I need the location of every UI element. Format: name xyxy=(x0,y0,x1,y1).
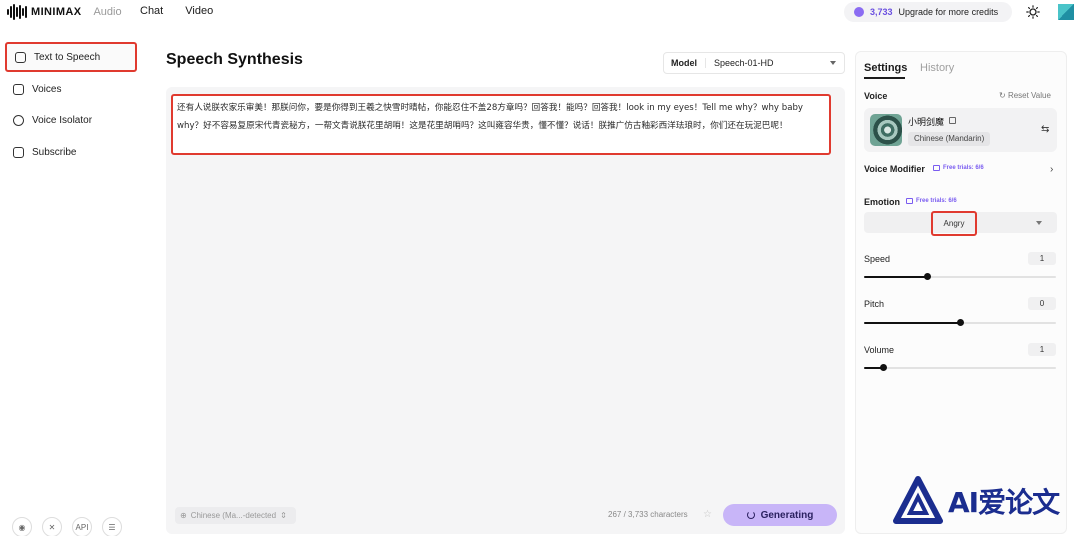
free-trials-text: Free trials: 6/6 xyxy=(943,165,984,171)
sidebar-footer: ◉ ✕ API ☰ xyxy=(12,517,122,536)
sidebar-item-subscribe[interactable]: Subscribe xyxy=(5,137,137,167)
active-tab-indicator xyxy=(864,77,905,79)
slider-fill xyxy=(864,276,928,278)
voice-label: Voice xyxy=(864,91,888,101)
sidebar-item-label: Voices xyxy=(32,83,62,95)
nav-video[interactable]: Video xyxy=(185,5,213,17)
sidebar-item-text-to-speech[interactable]: Text to Speech xyxy=(5,42,137,72)
speech-text-input[interactable]: 还有人说朕农家乐审美！那朕问你，要是你得到王羲之快雪时晴帖，你能忍住不盖28方章… xyxy=(171,94,831,155)
nav-chat[interactable]: Chat xyxy=(140,5,163,17)
volume-value[interactable]: 1 xyxy=(1028,343,1056,356)
brand-name: MINIMAX xyxy=(31,6,82,18)
pitch-label: Pitch xyxy=(864,299,885,309)
sidebar-item-voice-isolator[interactable]: Voice Isolator xyxy=(5,105,137,135)
reset-value-button[interactable]: ↻ Reset Value xyxy=(999,91,1051,100)
pitch-slider[interactable] xyxy=(864,319,1056,326)
globe-icon: ⊕ xyxy=(180,511,187,520)
menu-icon[interactable]: ☰ xyxy=(102,517,122,536)
gift-icon xyxy=(906,198,913,204)
sidebar-item-label: Voice Isolator xyxy=(32,114,93,126)
volume-slider[interactable] xyxy=(864,364,1056,371)
sidebar-item-voices[interactable]: Voices xyxy=(5,74,137,104)
emotion-value[interactable]: Angry xyxy=(931,211,977,236)
volume-label: Volume xyxy=(864,345,895,355)
credits-amount: 3,733 xyxy=(870,7,893,17)
free-trials-text: Free trials: 6/6 xyxy=(916,198,957,204)
pitch-value[interactable]: 0 xyxy=(1028,297,1056,310)
voice-thumbnail xyxy=(870,114,902,146)
free-trials-badge: Free trials: 6/6 xyxy=(906,198,957,204)
model-value: Speech-01-HD xyxy=(714,58,774,68)
language-select[interactable]: ⊕ Chinese (Ma...-detected ⇕ xyxy=(175,507,296,524)
voice-isolator-icon xyxy=(13,114,24,126)
voice-language-tag: Chinese (Mandarin) xyxy=(908,132,991,146)
speed-slider[interactable] xyxy=(864,273,1056,280)
subscribe-icon xyxy=(13,146,24,158)
model-select[interactable]: Model Speech-01-HD xyxy=(663,52,845,74)
star-icon[interactable]: ☆ xyxy=(703,509,712,520)
voices-icon xyxy=(13,83,24,95)
spinner-icon xyxy=(746,511,755,519)
generate-label: Generating xyxy=(760,509,814,521)
avatar[interactable] xyxy=(1058,4,1074,20)
slider-fill xyxy=(864,322,960,324)
sun-icon[interactable] xyxy=(1026,5,1040,19)
voice-modifier-label[interactable]: Voice Modifier xyxy=(864,164,925,174)
language-value: Chinese (Ma...-detected xyxy=(190,511,277,520)
top-nav: Chat Video xyxy=(140,5,213,17)
chevron-down-icon xyxy=(1036,221,1042,225)
reset-icon: ↻ xyxy=(999,91,1008,100)
api-link[interactable]: API xyxy=(72,517,92,536)
tab-history[interactable]: History xyxy=(920,62,954,74)
minimax-logo[interactable]: MINIMAX Audio xyxy=(7,4,122,20)
copy-icon[interactable] xyxy=(949,117,956,124)
watermark: AI爱论文 xyxy=(892,475,1060,527)
gift-icon xyxy=(933,165,940,171)
upgrade-link[interactable]: Upgrade for more credits xyxy=(899,7,999,17)
sidebar-item-label: Text to Speech xyxy=(34,51,101,63)
page-title: Speech Synthesis xyxy=(166,51,303,68)
brand-section: Audio xyxy=(93,6,122,18)
emotion-label: Emotion xyxy=(864,197,900,207)
minimax-wave-icon xyxy=(7,4,27,20)
character-count: 267 / 3,733 characters xyxy=(608,510,688,519)
watermark-text: AI爱论文 xyxy=(948,486,1060,519)
top-bar: MINIMAX Audio Chat Video 3,733 Upgrade f… xyxy=(0,0,1080,24)
generate-button[interactable]: Generating xyxy=(723,504,837,526)
speed-value[interactable]: 1 xyxy=(1028,252,1056,265)
swap-icon[interactable]: ⇆ xyxy=(1041,124,1049,135)
reset-label: Reset Value xyxy=(1007,91,1051,100)
x-icon[interactable]: ✕ xyxy=(42,517,62,536)
sort-icon: ⇕ xyxy=(280,511,287,520)
discord-icon[interactable]: ◉ xyxy=(12,517,32,536)
text-to-speech-icon xyxy=(15,51,26,63)
tab-settings[interactable]: Settings xyxy=(864,62,907,74)
model-label: Model xyxy=(671,58,706,68)
chevron-right-icon[interactable]: › xyxy=(1050,164,1053,175)
sidebar-item-label: Subscribe xyxy=(32,146,77,158)
slider-knob[interactable] xyxy=(957,319,964,326)
voice-name: 小明剑魔 xyxy=(908,118,945,128)
free-trials-badge: Free trials: 6/6 xyxy=(933,165,984,171)
credits-pill[interactable]: 3,733 Upgrade for more credits xyxy=(844,2,1012,22)
watermark-logo-icon xyxy=(893,476,943,524)
speed-label: Speed xyxy=(864,254,891,264)
credits-coin-icon xyxy=(854,7,864,17)
chevron-down-icon xyxy=(830,61,836,65)
